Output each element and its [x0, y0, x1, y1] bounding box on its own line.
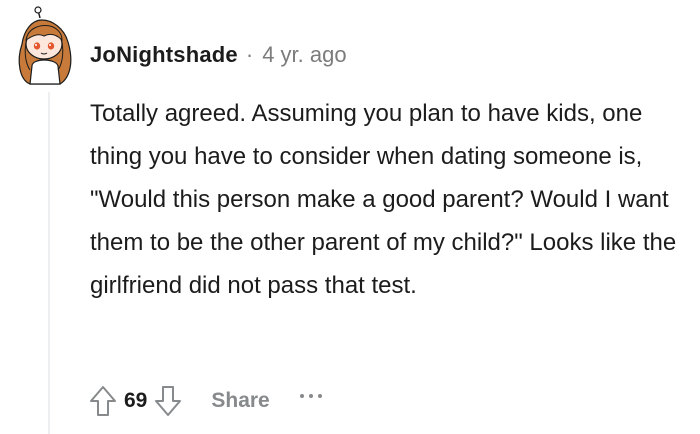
- meta-separator: ·: [245, 42, 254, 67]
- more-options-dot: [308, 394, 313, 398]
- vote-score: 69: [124, 389, 148, 412]
- upvote-arrow-icon: [90, 386, 116, 416]
- more-options-button[interactable]: [299, 381, 327, 421]
- comment-header: JoNightshade · 4 yr. ago: [90, 40, 347, 70]
- upvote-button[interactable]: [86, 381, 120, 421]
- downvote-button[interactable]: [151, 381, 185, 421]
- comment-timestamp[interactable]: 4 yr. ago: [262, 42, 346, 68]
- comment: JoNightshade · 4 yr. ago Totally agreed.…: [0, 0, 700, 434]
- share-button[interactable]: Share: [211, 389, 269, 413]
- snoo-avatar-image: [18, 6, 72, 85]
- downvote-arrow-icon: [155, 386, 182, 416]
- comment-author[interactable]: JoNightshade: [90, 42, 238, 68]
- user-avatar[interactable]: [12, 6, 78, 86]
- more-options-icon: [299, 394, 304, 398]
- more-options-dot: [317, 394, 322, 398]
- thread-line[interactable]: [48, 92, 50, 434]
- comment-body: Totally agreed. Assuming you plan to hav…: [90, 100, 677, 299]
- comment-actions: 69 Share: [86, 378, 327, 424]
